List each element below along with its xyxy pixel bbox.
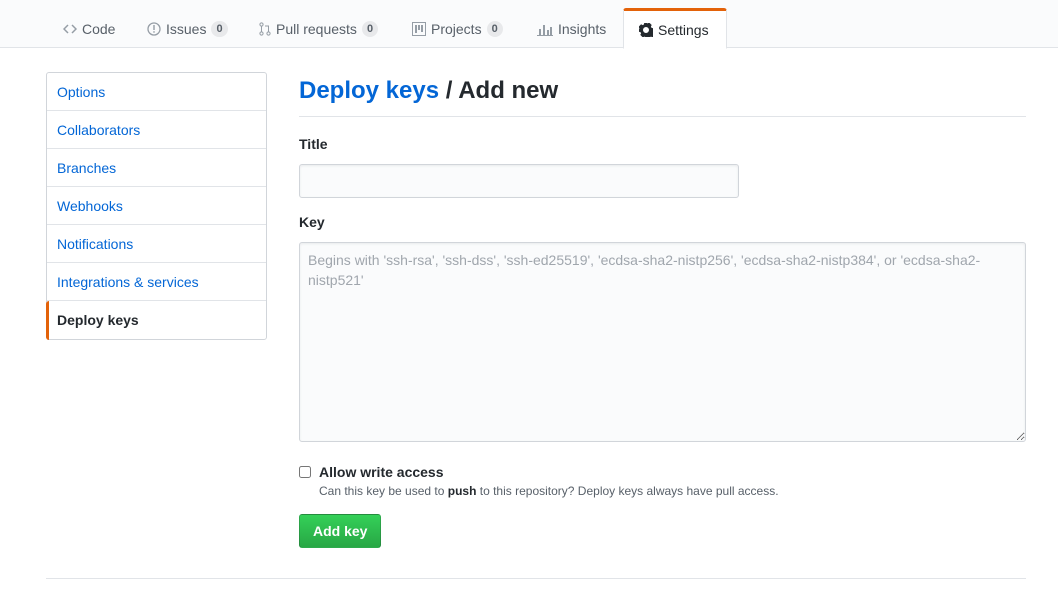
write-access-checkbox[interactable] [299,466,311,478]
repo-nav: Code Issues 0 Pull requests 0 Projects 0… [0,0,1058,49]
write-access-note: Can this key be used to push to this rep… [319,482,1026,500]
project-icon [412,22,426,36]
settings-sidebar: Options Collaborators Branches Webhooks … [46,72,267,340]
tab-settings[interactable]: Settings [623,8,727,49]
footer-divider [46,578,1026,579]
key-label: Key [299,214,325,230]
projects-counter: 0 [486,21,503,37]
title-input[interactable] [299,164,739,198]
issue-opened-icon [147,22,161,36]
write-access-label[interactable]: Allow write access [319,462,444,482]
gear-icon [639,22,653,37]
tab-issues[interactable]: Issues 0 [131,8,244,48]
breadcrumb-current: Add new [458,77,559,104]
sidebar-item-webhooks[interactable]: Webhooks [47,187,266,225]
note-push-text: push [447,484,477,498]
tab-code[interactable]: Code [47,8,131,48]
git-pull-request-icon [259,22,271,36]
sidebar-item-deploy-keys[interactable]: Deploy keys [46,301,266,340]
tab-label: Projects [431,21,482,37]
tab-label: Insights [558,21,607,37]
key-textarea[interactable] [299,242,1026,442]
sidebar-item-notifications[interactable]: Notifications [47,225,266,263]
main-content: Deploy keys / Add new Title Key Allow wr… [299,72,1026,548]
breadcrumb-separator: / [439,77,459,104]
tab-label: Settings [658,21,709,38]
title-label: Title [299,136,328,152]
sidebar-item-branches[interactable]: Branches [47,149,266,187]
note-text-end: to this repository? Deploy keys always h… [476,484,779,498]
tab-label: Code [82,21,116,37]
write-access-row: Allow write access [299,462,1026,482]
tab-label: Pull requests [276,21,357,37]
breadcrumb-deploy-keys-link[interactable]: Deploy keys [299,77,439,104]
page-title: Deploy keys / Add new [299,72,1026,117]
tab-insights[interactable]: Insights [521,8,622,48]
pull-requests-counter: 0 [361,21,379,37]
issues-counter: 0 [211,21,228,37]
sidebar-item-integrations-services[interactable]: Integrations & services [47,263,266,301]
tab-projects[interactable]: Projects 0 [396,8,519,48]
tab-pull-requests[interactable]: Pull requests 0 [243,8,394,48]
note-text: Can this key be used to [319,484,448,498]
sidebar-item-collaborators[interactable]: Collaborators [47,111,266,149]
graph-icon [537,22,553,36]
tab-label: Issues [166,21,207,37]
sidebar-item-options[interactable]: Options [47,73,266,111]
add-key-button[interactable]: Add key [299,514,382,548]
code-icon [63,23,77,35]
